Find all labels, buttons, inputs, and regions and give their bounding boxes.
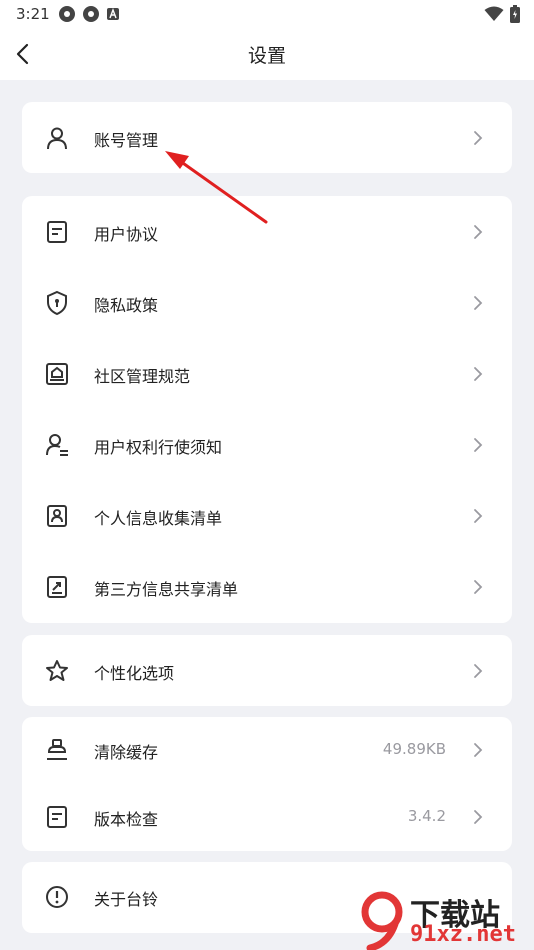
settings-group-policies: 用户协议 隐私政策 社区管理规范 用户权利行使须知 个人信息收集清单 第三方信息…: [22, 196, 512, 623]
chevron-right-icon: [474, 810, 483, 824]
user-icon: [47, 127, 67, 150]
row-label: 第三方信息共享清单: [94, 580, 239, 599]
chevron-right-icon: [474, 131, 483, 145]
system-icons: [484, 5, 520, 23]
watermark-domain: 91xz.net: [410, 922, 516, 947]
user-rights-item[interactable]: 用户权利行使须知: [22, 409, 512, 480]
notification-icons: [58, 5, 120, 23]
app-bar: 设置: [0, 30, 534, 80]
settings-group-storage: 清除缓存 49.89KB 版本检查 3.4.2: [22, 717, 512, 851]
community-icon: [46, 363, 68, 385]
app-notification-icon: [83, 6, 99, 22]
row-label: 版本检查: [94, 810, 159, 829]
row-label: 个性化选项: [94, 664, 175, 683]
user-rights-icon: [46, 434, 68, 456]
personal-info-list-item[interactable]: 个人信息收集清单: [22, 480, 512, 551]
row-label: 社区管理规范: [94, 367, 191, 386]
a-notification-icon: [107, 8, 119, 20]
chevron-right-icon: [474, 580, 483, 594]
watermark-emblem-icon: [361, 891, 403, 950]
version-value: 3.4.2: [407, 807, 446, 825]
chevron-right-icon: [474, 664, 483, 678]
info-icon: [46, 886, 68, 908]
status-bar: 3:21: [0, 0, 534, 30]
chevron-right-icon: [474, 438, 483, 452]
chevron-right-icon: [474, 367, 483, 381]
community-rules-item[interactable]: 社区管理规范: [22, 338, 512, 409]
broom-icon: [47, 739, 67, 760]
user-agreement-item[interactable]: 用户协议: [22, 196, 512, 267]
shield-icon: [47, 290, 67, 316]
watermark-logo: 下载站 91xz.net: [358, 888, 534, 950]
row-label: 账号管理: [94, 131, 159, 150]
personalization-item[interactable]: 个性化选项: [22, 635, 512, 706]
privacy-policy-item[interactable]: 隐私政策: [22, 267, 512, 338]
row-label: 个人信息收集清单: [94, 509, 223, 528]
id-card-icon: [47, 505, 67, 527]
cache-size-value: 49.89KB: [382, 740, 446, 758]
chevron-right-icon: [474, 225, 483, 239]
page-title: 设置: [247, 45, 286, 67]
app-notification-icon: [59, 6, 75, 22]
row-label: 用户协议: [94, 225, 159, 244]
star-icon: [46, 660, 68, 681]
status-time: 3:21: [16, 5, 50, 23]
clear-cache-item[interactable]: 清除缓存 49.89KB: [22, 717, 512, 784]
chevron-right-icon: [474, 509, 483, 523]
chevron-right-icon: [474, 296, 483, 310]
version-icon: [47, 806, 67, 828]
settings-group-account: 账号管理: [22, 102, 512, 173]
third-party-sharing-item[interactable]: 第三方信息共享清单: [22, 551, 512, 622]
row-label: 用户权利行使须知: [94, 438, 223, 457]
wifi-icon: [484, 6, 504, 21]
chevron-right-icon: [474, 743, 483, 757]
battery-icon: [510, 5, 520, 23]
share-icon: [47, 576, 67, 598]
row-label: 清除缓存: [94, 743, 159, 762]
row-label: 隐私政策: [94, 296, 159, 315]
row-label: 关于台铃: [94, 890, 159, 909]
settings-group-personalization: 个性化选项: [22, 635, 512, 706]
account-management-item[interactable]: 账号管理: [22, 102, 512, 173]
version-check-item[interactable]: 版本检查 3.4.2: [22, 784, 512, 851]
document-icon: [47, 221, 67, 243]
